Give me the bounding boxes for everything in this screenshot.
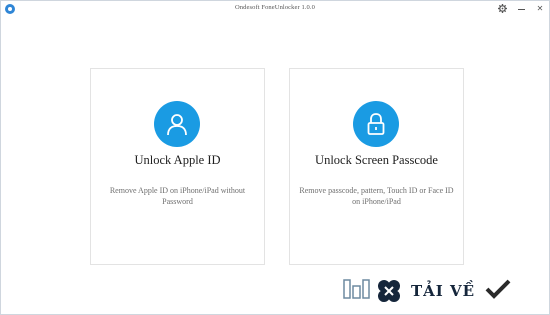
watermark-text: TẢI VỀ	[411, 282, 476, 300]
watermark-x-icon	[377, 279, 401, 303]
minimize-icon	[517, 8, 525, 10]
watermark: TẢI VỀ	[343, 276, 543, 306]
window-controls: ✕	[497, 2, 545, 14]
unlock-apple-id-card[interactable]: Unlock Apple ID Remove Apple ID on iPhon…	[90, 68, 265, 265]
settings-button[interactable]	[497, 2, 507, 14]
gear-icon	[497, 3, 507, 13]
card-description: Remove passcode, pattern, Touch ID or Fa…	[299, 186, 454, 206]
card-title: Unlock Apple ID	[134, 153, 221, 167]
user-icon-circle	[154, 101, 200, 147]
card-title: Unlock Screen Passcode	[315, 153, 438, 167]
unlock-screen-passcode-card[interactable]: Unlock Screen Passcode Remove passcode, …	[289, 68, 464, 265]
check-icon	[485, 279, 511, 304]
title-bar: Ondesoft FoneUnlocker 1.0.0 ✕	[1, 1, 549, 17]
close-button[interactable]: ✕	[535, 2, 545, 14]
minimize-button[interactable]	[516, 2, 526, 14]
watermark-logo-icon	[343, 278, 373, 304]
card-description: Remove Apple ID on iPhone/iPad without P…	[109, 186, 246, 206]
lock-icon	[367, 113, 385, 135]
window-title: Ondesoft FoneUnlocker 1.0.0	[235, 4, 315, 11]
user-icon	[167, 114, 187, 136]
lock-icon-circle	[353, 101, 399, 147]
close-icon: ✕	[536, 3, 544, 13]
app-window: Ondesoft FoneUnlocker 1.0.0 ✕ Unlock App…	[0, 0, 550, 315]
